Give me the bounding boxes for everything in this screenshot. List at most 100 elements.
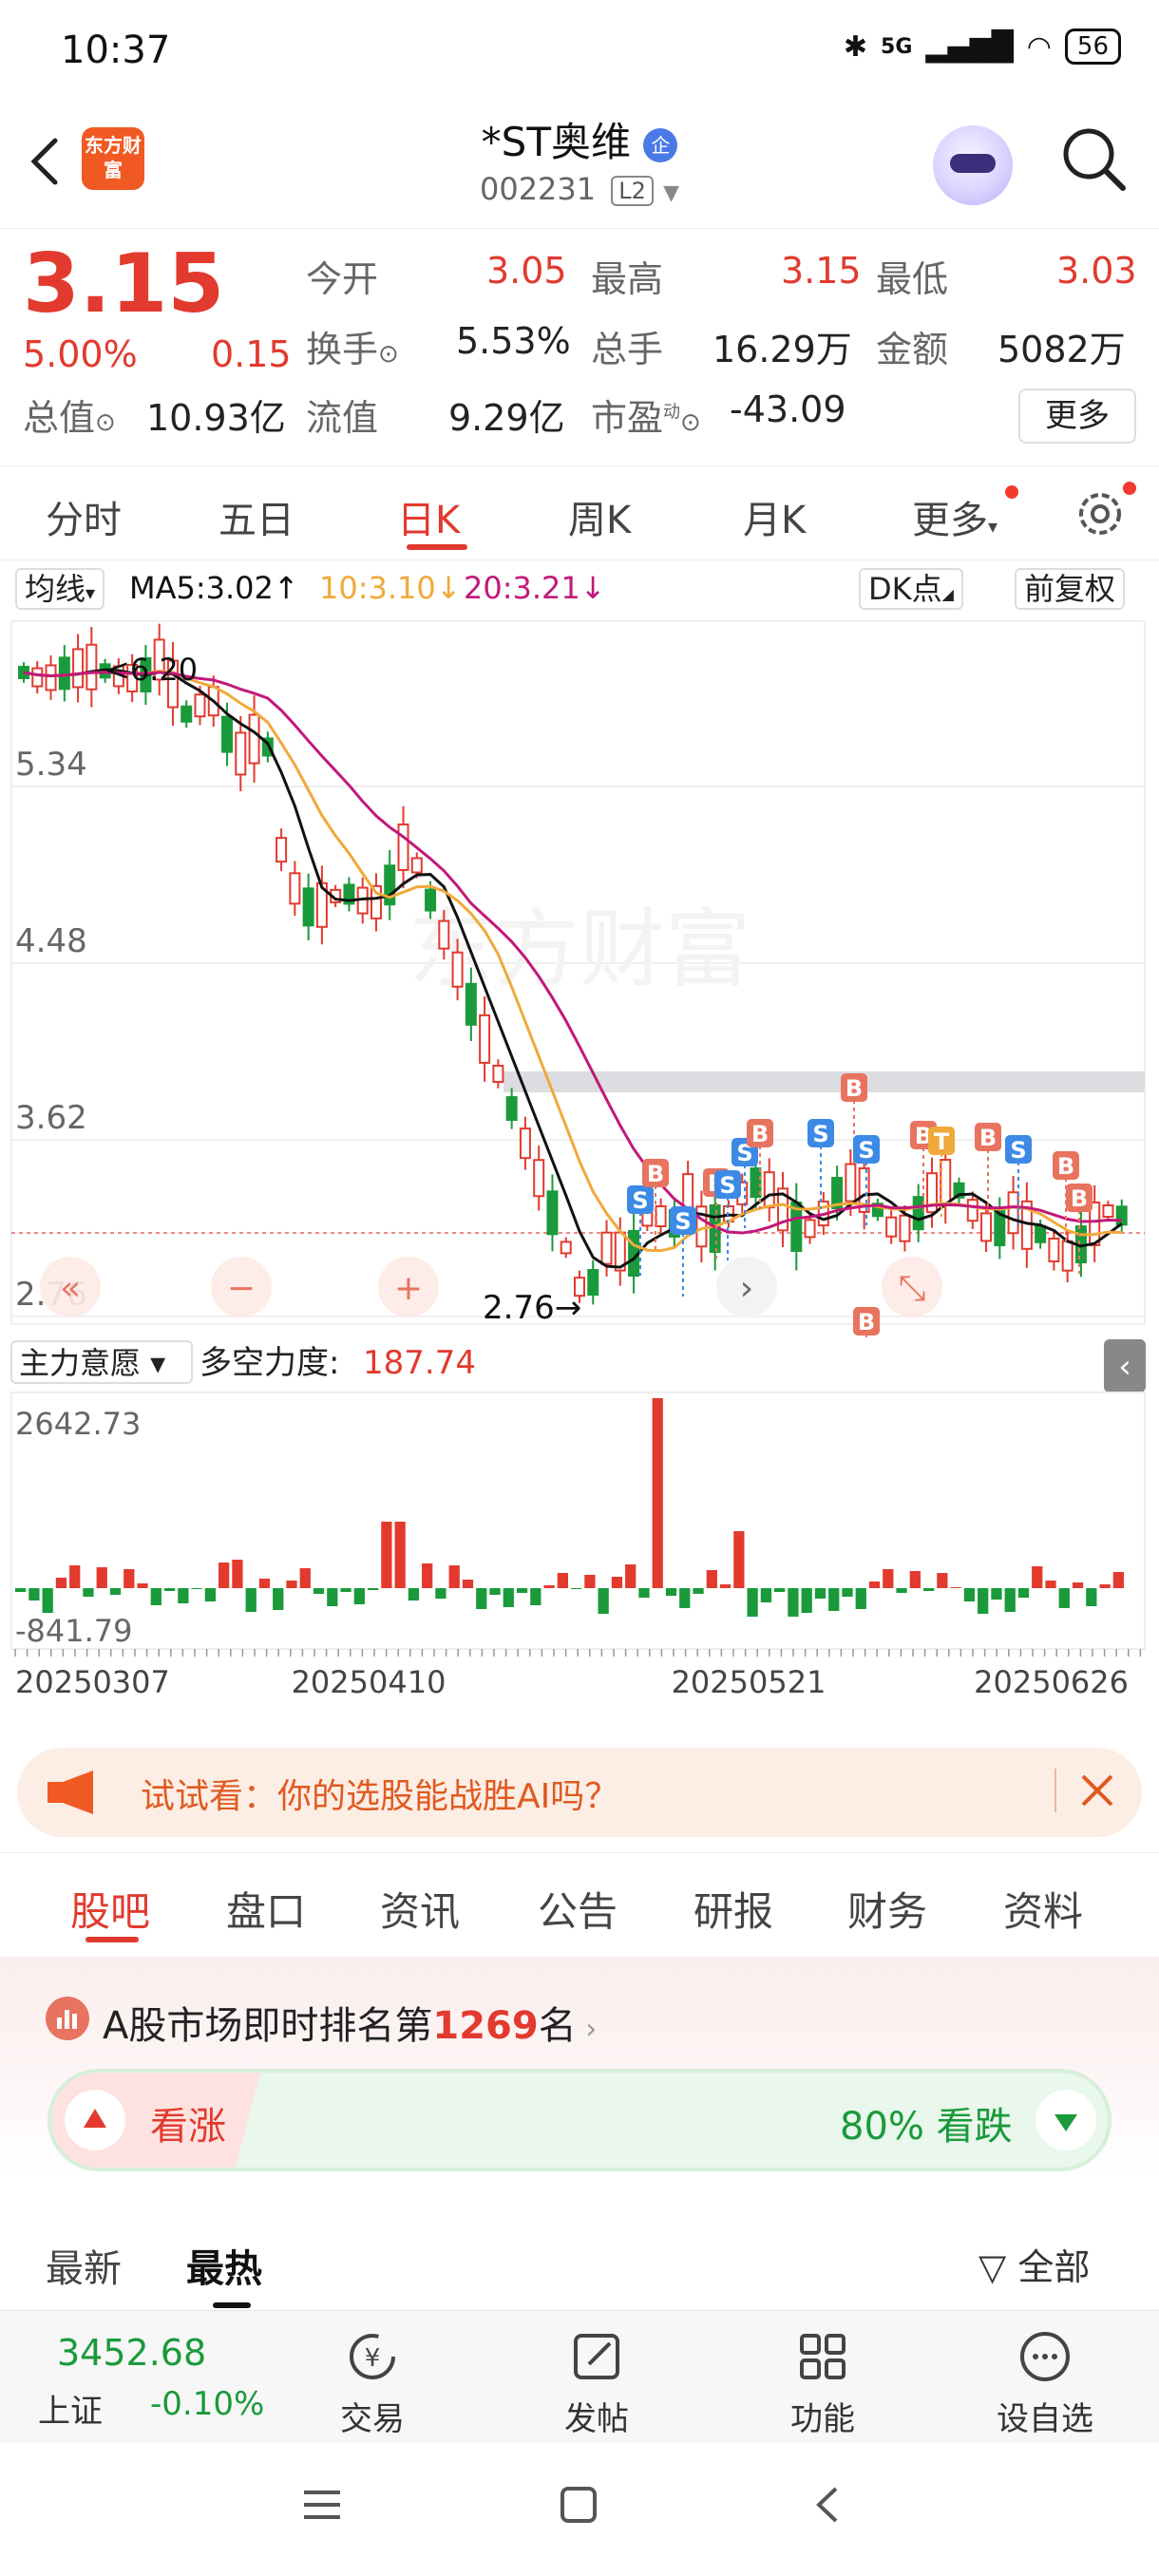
- indicator-bar: [868, 1582, 881, 1588]
- indicator-chart[interactable]: 主力意愿 ▾ 多空力度: 187.74 ‹ 2642.73 -841.79 20250307…: [0, 1339, 1159, 1729]
- indicator-selector[interactable]: 均线▾: [15, 568, 105, 610]
- rank-text[interactable]: A股市场即时排名第1269名 ›: [103, 1995, 597, 2050]
- indicator-bar: [422, 1563, 433, 1588]
- indicator-bar: [963, 1588, 976, 1601]
- indicator-selector[interactable]: 主力意愿 ▾: [10, 1340, 193, 1384]
- candle-body: [479, 1013, 491, 1064]
- indicator-bar: [163, 1588, 176, 1591]
- system-nav-bar: [0, 2443, 1159, 2576]
- indicator-bar: [1112, 1572, 1124, 1588]
- back-nav-icon[interactable]: [806, 2481, 853, 2529]
- candle-body: [451, 951, 464, 988]
- candle-body: [546, 1190, 559, 1236]
- y-tick-label: 4.48: [15, 922, 87, 960]
- pe-value: -43.09: [730, 388, 846, 430]
- signal-label: B: [858, 1309, 875, 1335]
- filter-button[interactable]: ▽ 全部: [978, 2238, 1090, 2290]
- index-value[interactable]: 3452.68: [57, 2332, 206, 2374]
- ai-promo-banner[interactable]: 试试看：你的选股能战胜AI吗？: [17, 1748, 1142, 1837]
- signal-label: B: [647, 1161, 664, 1187]
- zoom-in-icon[interactable]: +: [378, 1257, 439, 1317]
- index-change: -0.10%: [150, 2385, 265, 2423]
- zoom-out-icon[interactable]: −: [211, 1257, 272, 1317]
- candle-body: [912, 1196, 924, 1231]
- period-tabs: 分时 五日 日K 周K 月K 更多▾: [0, 465, 1159, 560]
- candle-body: [425, 888, 437, 912]
- collapse-panel-button[interactable]: ‹: [1104, 1339, 1146, 1392]
- close-icon[interactable]: [1074, 1767, 1121, 1814]
- indicator-bar: [150, 1588, 162, 1605]
- tab-latest[interactable]: 最新: [46, 2238, 122, 2293]
- tab-finance[interactable]: 财务: [847, 1880, 927, 1938]
- tab-news[interactable]: 资讯: [380, 1880, 460, 1938]
- scroll-right-icon[interactable]: ›: [716, 1257, 777, 1317]
- bull-button[interactable]: [65, 2090, 125, 2150]
- indicator-bar: [909, 1571, 921, 1588]
- scroll-left-icon[interactable]: «: [40, 1257, 101, 1317]
- current-price: 3.15: [23, 237, 225, 331]
- signal-label: S: [632, 1187, 648, 1214]
- chevron-left-icon: ‹: [1118, 1348, 1131, 1386]
- tab-hottest[interactable]: 最热: [186, 2238, 262, 2293]
- dk-point-button[interactable]: DK点◢: [859, 568, 963, 610]
- bear-button[interactable]: [1036, 2090, 1096, 2150]
- indicator-bar: [191, 1588, 202, 1589]
- candle-body: [276, 837, 288, 863]
- nav-trade[interactable]: ¥ 交易: [296, 2328, 448, 2439]
- indicator-bar: [327, 1588, 338, 1606]
- tab-guba[interactable]: 股吧: [70, 1880, 150, 1938]
- bottom-nav: 3452.68 上证 -0.10% ¥ 交易 发帖 功能 设自选: [0, 2310, 1159, 2443]
- more-button[interactable]: 更多: [1018, 388, 1136, 444]
- selector-label: 主力意愿 ▾: [19, 1345, 165, 1381]
- adjust-price-button[interactable]: 前复权: [1015, 568, 1126, 610]
- settings-gear-icon[interactable]: [1072, 485, 1129, 542]
- tab-five-day[interactable]: 五日: [218, 489, 294, 544]
- candle-body: [194, 693, 206, 718]
- candle-body: [980, 1212, 993, 1242]
- enterprise-badge: 企: [643, 127, 678, 162]
- level2-badge: L2: [611, 176, 654, 206]
- volume-value: 16.29万: [712, 329, 852, 370]
- indicator-bar: [367, 1588, 379, 1590]
- menu-icon[interactable]: [298, 2481, 346, 2529]
- indicator-bar: [313, 1588, 325, 1594]
- indicator-bar: [258, 1579, 271, 1588]
- indicator-bar: [638, 1588, 650, 1598]
- candlestick-chart[interactable]: 5.344.483.622.76东方财富<6.202.76→SBSBSSBSBS…: [0, 617, 1159, 1339]
- mktcap-value: 10.93亿: [146, 397, 286, 439]
- fullscreen-icon[interactable]: ⤡: [882, 1257, 942, 1317]
- tab-profile[interactable]: 资料: [1003, 1880, 1083, 1938]
- high-label: 最高: [591, 258, 664, 300]
- indicator-bar: [394, 1522, 406, 1588]
- indicator-bar: [922, 1588, 935, 1591]
- tab-more[interactable]: 更多▾: [912, 489, 998, 544]
- tab-research[interactable]: 研报: [694, 1880, 773, 1938]
- candle-body: [1115, 1205, 1128, 1226]
- nav-add-watchlist[interactable]: 设自选: [969, 2328, 1121, 2439]
- indicator-bar: [232, 1560, 243, 1588]
- control-glyph: ⤡: [899, 1269, 926, 1308]
- nav-functions[interactable]: 功能: [747, 2328, 899, 2439]
- candle-body: [438, 919, 450, 950]
- ma-legend: 均线▾ MA5:3.02↑ 10:3.10↓ 20:3.21↓ DK点◢ 前复权: [0, 566, 1159, 612]
- candle-body: [235, 731, 247, 776]
- tab-daily-k[interactable]: 日K: [397, 489, 460, 544]
- volume-label: 总手: [591, 329, 664, 370]
- status-bar: 10:37 ✱ 5G ▂▄▆█ ◠ 56: [0, 0, 1159, 104]
- tab-intraday[interactable]: 分时: [46, 489, 122, 544]
- tab-announcement[interactable]: 公告: [538, 1880, 618, 1938]
- control-glyph: −: [227, 1269, 256, 1308]
- change-percent: 5.00%: [23, 333, 138, 375]
- tab-pankou[interactable]: 盘口: [226, 1880, 306, 1938]
- indicator-bar: [340, 1588, 352, 1592]
- tab-monthly-k[interactable]: 月K: [743, 489, 806, 544]
- nav-post[interactable]: 发帖: [521, 2328, 673, 2439]
- home-icon[interactable]: [555, 2481, 602, 2529]
- ai-assistant-avatar[interactable]: [933, 125, 1013, 205]
- search-icon[interactable]: [1056, 122, 1132, 198]
- signal-label: B: [1071, 1185, 1088, 1212]
- indicator-bar: [719, 1584, 732, 1588]
- tab-weekly-k[interactable]: 周K: [568, 489, 631, 544]
- indicator-bar: [1004, 1588, 1016, 1612]
- indicator-bar: [733, 1531, 745, 1588]
